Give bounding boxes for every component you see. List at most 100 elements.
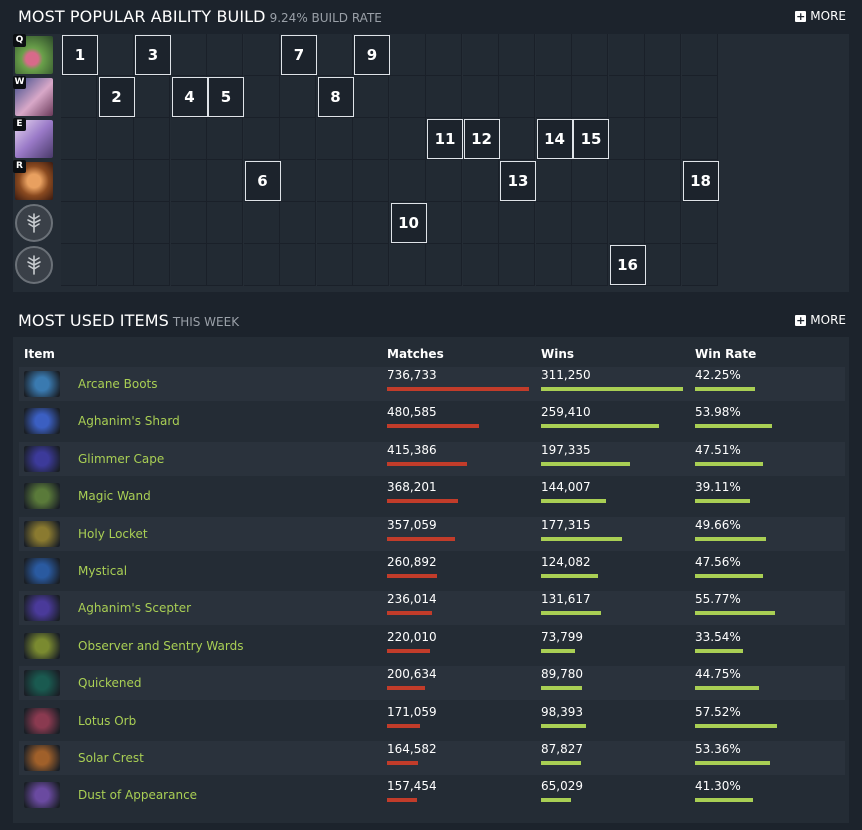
item-name-link[interactable]: Holy Locket [78,527,148,541]
glimmer-cape-icon [24,445,60,472]
item-name-link[interactable]: Aghanim's Shard [78,414,180,428]
item-name-link[interactable]: Lotus Orb [78,714,136,728]
win-rate-bar [695,461,764,466]
skill-level-15: 15 [573,119,609,159]
win-rate-bar [695,424,772,429]
matches-bar [387,723,420,728]
win-rate-value: 53.98% [695,405,741,420]
grid-cell [207,160,243,202]
item-name-link[interactable]: Solar Crest [78,751,144,765]
grid-cell [280,244,316,286]
grid-cell [389,244,426,286]
win-rate-value: 47.56% [695,555,741,569]
wins-bar [541,461,631,466]
grid-cell [535,34,572,76]
grid-cell [572,76,608,118]
ability-build-more-button[interactable]: + MORE [795,9,846,23]
table-row[interactable]: Mystical 260,892 124,082 47.56% [19,554,845,588]
matches-value: 157,454 [387,779,437,794]
items-title: MOST USED ITEMS [18,311,169,330]
grid-cell [134,244,170,286]
item-name-link[interactable]: Magic Wand [78,489,151,503]
column-header-wins[interactable]: Wins [541,347,574,361]
hotkey-label: E [13,118,26,131]
table-row[interactable]: Magic Wand 368,201 144,007 39.11% [19,479,845,513]
skill-level-8: 8 [317,77,354,117]
grid-cell [243,76,280,118]
grid-cell [280,76,316,118]
wins-bar [541,387,683,391]
hotkey-label: Q [13,34,26,47]
grid-cell [134,202,170,244]
skill-q-icon[interactable]: Q [13,34,53,74]
grid-cell [572,202,608,244]
talent-leaf-glyph [27,255,41,275]
magic-wand-icon [24,483,60,510]
item-name-link[interactable]: Observer and Sentry Wards [78,639,243,653]
skill-level-12: 12 [463,119,500,159]
item-name-link[interactable]: Glimmer Cape [78,452,164,466]
wins-value: 89,780 [541,667,583,682]
item-name-link[interactable]: Arcane Boots [78,377,158,391]
wins-value: 73,799 [541,629,583,644]
grid-cell [426,244,462,286]
item-name-link[interactable]: Mystical [78,564,127,578]
grid-cell [316,202,353,244]
matches-value: 480,585 [387,405,437,420]
talent-tree-icon[interactable] [15,204,53,242]
grid-cell [535,202,572,244]
win-rate-value: 39.11% [695,480,741,495]
grid-cell [426,34,462,76]
item-name-link[interactable]: Quickened [78,676,142,690]
items-more-button[interactable]: + MORE [795,313,846,327]
item-name-link[interactable]: Aghanim's Scepter [78,601,191,615]
matches-value: 415,386 [387,442,437,457]
matches-value: 164,582 [387,742,437,756]
win-rate-value: 57.52% [695,704,741,719]
table-row[interactable]: Glimmer Cape 415,386 197,335 47.51% [19,441,845,476]
grid-cell [389,76,426,118]
skill-w-icon[interactable]: W [13,76,53,116]
table-row[interactable]: Dust of Appearance 157,454 65,029 41.30% [19,778,845,812]
win-rate-bar [695,648,744,653]
grid-cell [462,34,499,76]
skill-level-2: 2 [98,77,135,117]
column-header-matches[interactable]: Matches [387,347,444,361]
ability-level-grid: 1 3 7 9 2 4 5 8 11 12 14 15 6 13 18 10 16 [61,34,719,290]
table-row[interactable]: Aghanim's Shard 480,585 259,410 53.98% [19,404,845,438]
arcane-boots-icon [24,371,60,397]
item-name-link[interactable]: Dust of Appearance [78,788,197,802]
table-row[interactable]: Holy Locket 357,059 177,315 49.66% [19,516,845,551]
column-header-win-rate[interactable]: Win Rate [695,347,756,361]
skill-level-3: 3 [135,35,171,75]
grid-cell [608,160,645,202]
win-rate-bar [695,723,778,728]
table-row[interactable]: Solar Crest 164,582 87,827 53.36% [19,741,845,775]
skill-level-14: 14 [536,119,573,159]
table-row[interactable]: Arcane Boots 736,733 311,250 42.25% [19,367,845,401]
wins-value: 259,410 [541,405,591,420]
wins-value: 87,827 [541,742,583,756]
table-row[interactable]: Observer and Sentry Wards 220,010 73,799 33… [19,629,845,663]
grid-cell [499,118,535,160]
wins-value: 177,315 [541,517,591,532]
grid-cell [97,160,134,202]
skill-r-icon[interactable]: R [13,160,53,200]
table-row[interactable]: Quickened 200,634 89,780 44.75% [19,666,845,701]
grid-cell [608,202,645,244]
grid-cell [316,118,353,160]
wins-bar [541,574,598,578]
skill-level-6: 6 [244,161,281,201]
table-row[interactable]: Lotus Orb 171,059 98,393 57.52% [19,704,845,738]
skill-level-7: 7 [281,35,317,75]
grid-cell [499,202,535,244]
wins-bar [541,723,587,728]
skill-e-icon[interactable]: E [13,118,53,158]
grid-cell [170,118,207,160]
wins-value: 197,335 [541,442,591,457]
grid-cell [572,34,608,76]
grid-cell [535,244,572,286]
column-header-item[interactable]: Item [24,347,55,361]
table-row[interactable]: Aghanim's Scepter 236,014 131,617 55.77% [19,591,845,626]
talent-tree-icon[interactable] [15,246,53,284]
